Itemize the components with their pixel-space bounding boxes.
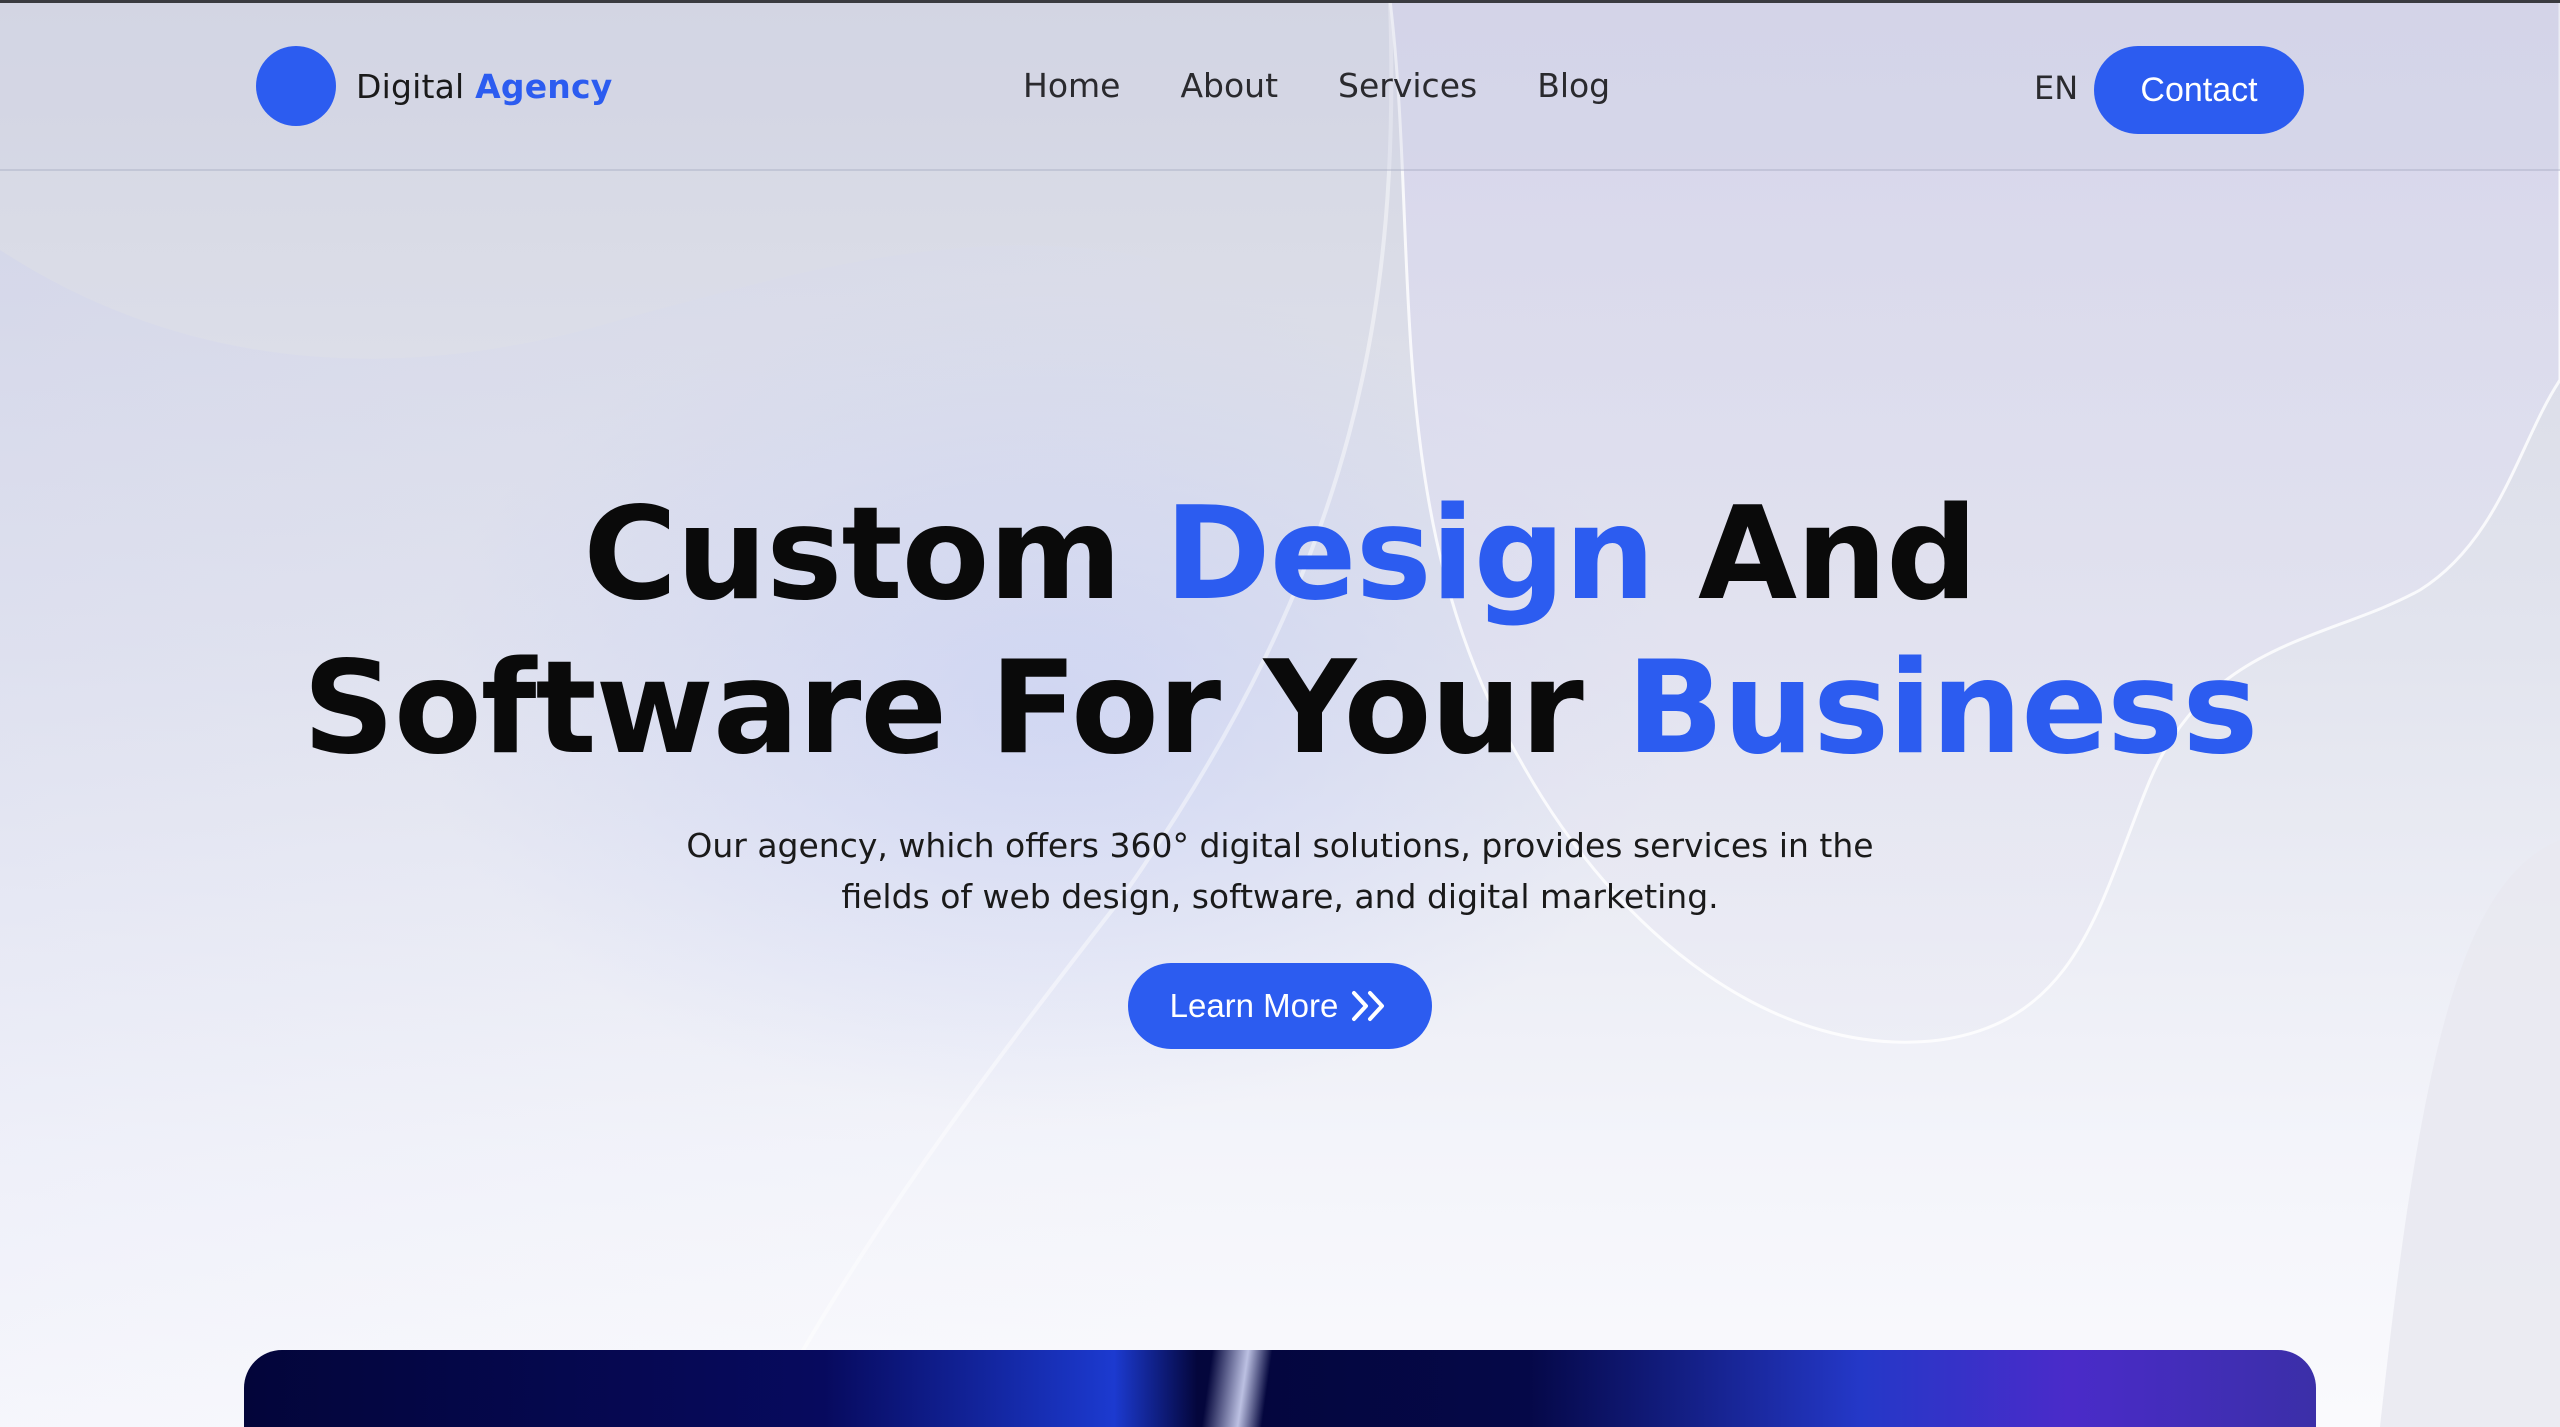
nav-item-blog[interactable]: Blog [1537, 63, 1610, 109]
hero-title-line1: Custom Design And [583, 480, 1978, 629]
logo-text: Digital Agency [356, 67, 612, 106]
learn-more-button[interactable]: Learn More [1128, 963, 1432, 1049]
learn-more-label: Learn More [1169, 987, 1339, 1024]
hero-subtitle: Our agency, which offers 360° digital so… [686, 826, 1874, 916]
logo-text-plain: Digital [356, 66, 465, 106]
logo-circle-icon [256, 46, 336, 126]
landing-page: Digital Agency Home About Services Blog … [0, 0, 2560, 1427]
site-header: Digital Agency Home About Services Blog … [0, 3, 2560, 171]
hero-title-text: And [1654, 480, 1978, 629]
hero-title: Custom Design And Software For Your Busi… [0, 478, 2560, 786]
site-logo[interactable]: Digital Agency [256, 46, 612, 126]
hero-title-text: Custom [583, 480, 1165, 629]
hero-title-line2: Software For Your Business [302, 634, 2259, 783]
contact-button[interactable]: Contact [2094, 46, 2304, 134]
nav-item-about[interactable]: About [1180, 63, 1278, 109]
language-switcher[interactable]: EN [2034, 69, 2078, 107]
logo-text-accent: Agency [475, 66, 613, 106]
hero-title-accent: Business [1626, 634, 2258, 783]
main-nav: Home About Services Blog [1023, 63, 1610, 109]
showcase-light-streak [1195, 1350, 1273, 1427]
nav-item-home[interactable]: Home [1023, 63, 1120, 109]
hero-title-accent: Design [1164, 480, 1656, 629]
double-chevron-right-icon [1352, 991, 1385, 1021]
hero-title-text: Software For Your [302, 634, 1627, 783]
showcase-banner [244, 1350, 2316, 1427]
nav-item-services[interactable]: Services [1338, 63, 1477, 109]
